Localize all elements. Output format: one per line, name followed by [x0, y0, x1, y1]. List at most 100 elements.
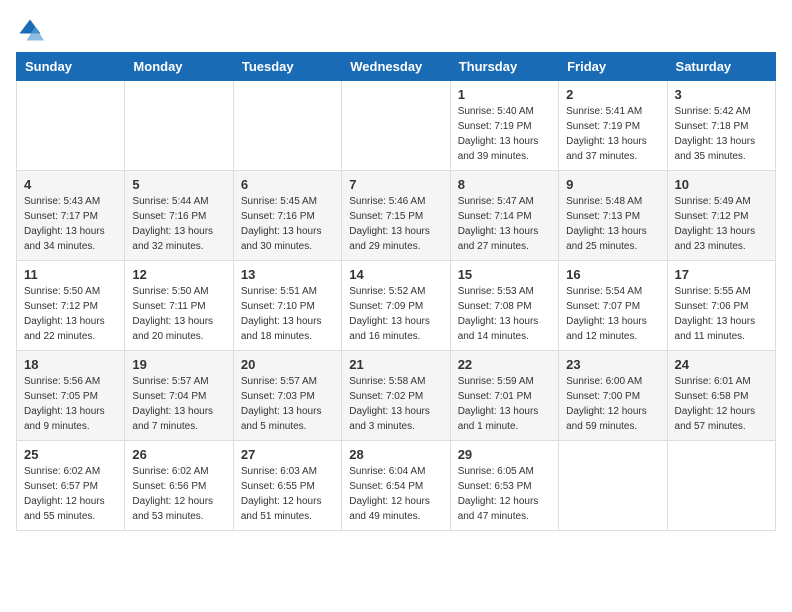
- weekday-header-friday: Friday: [559, 53, 667, 81]
- day-info: Sunrise: 6:00 AM Sunset: 7:00 PM Dayligh…: [566, 374, 659, 434]
- day-number: 5: [132, 177, 225, 192]
- day-number: 25: [24, 447, 117, 462]
- calendar-cell: 21 Sunrise: 5:58 AM Sunset: 7:02 PM Dayli…: [342, 351, 450, 441]
- logo: [16, 16, 48, 44]
- calendar-cell: [342, 81, 450, 171]
- day-number: 1: [458, 87, 551, 102]
- day-info: Sunrise: 5:57 AM Sunset: 7:03 PM Dayligh…: [241, 374, 334, 434]
- day-number: 19: [132, 357, 225, 372]
- calendar-cell: 17Sunrise: 5:55 AM Sunset: 7:06 PM Dayli…: [667, 261, 775, 351]
- calendar-cell: 16Sunrise: 5:54 AM Sunset: 7:07 PM Dayli…: [559, 261, 667, 351]
- weekday-header-wednesday: Wednesday: [342, 53, 450, 81]
- day-number: 24: [675, 357, 768, 372]
- day-info: Sunrise: 5:40 AM Sunset: 7:19 PM Dayligh…: [458, 104, 551, 164]
- weekday-header-thursday: Thursday: [450, 53, 558, 81]
- weekday-header-sunday: Sunday: [17, 53, 125, 81]
- day-number: 21: [349, 357, 442, 372]
- day-number: 4: [24, 177, 117, 192]
- day-info: Sunrise: 5:51 AM Sunset: 7:10 PM Dayligh…: [241, 284, 334, 344]
- day-number: 11: [24, 267, 117, 282]
- day-number: 7: [349, 177, 442, 192]
- calendar-cell: [233, 81, 341, 171]
- day-info: Sunrise: 5:57 AM Sunset: 7:04 PM Dayligh…: [132, 374, 225, 434]
- day-info: Sunrise: 5:56 AM Sunset: 7:05 PM Dayligh…: [24, 374, 117, 434]
- day-info: Sunrise: 5:50 AM Sunset: 7:11 PM Dayligh…: [132, 284, 225, 344]
- day-number: 28: [349, 447, 442, 462]
- calendar-cell: 4 Sunrise: 5:43 AM Sunset: 7:17 PM Daylig…: [17, 171, 125, 261]
- day-info: Sunrise: 5:43 AM Sunset: 7:17 PM Dayligh…: [24, 194, 117, 254]
- calendar-week-row: 25Sunrise: 6:02 AM Sunset: 6:57 PM Dayli…: [17, 441, 776, 531]
- day-number: 13: [241, 267, 334, 282]
- day-info: Sunrise: 5:44 AM Sunset: 7:16 PM Dayligh…: [132, 194, 225, 254]
- weekday-header-monday: Monday: [125, 53, 233, 81]
- calendar-cell: [667, 441, 775, 531]
- calendar-cell: 23 Sunrise: 6:00 AM Sunset: 7:00 PM Dayli…: [559, 351, 667, 441]
- calendar-cell: 3Sunrise: 5:42 AM Sunset: 7:18 PM Daylig…: [667, 81, 775, 171]
- day-number: 9: [566, 177, 659, 192]
- day-number: 18: [24, 357, 117, 372]
- calendar-cell: [125, 81, 233, 171]
- day-number: 8: [458, 177, 551, 192]
- calendar-cell: 19 Sunrise: 5:57 AM Sunset: 7:04 PM Dayli…: [125, 351, 233, 441]
- calendar-header-row: SundayMondayTuesdayWednesdayThursdayFrid…: [17, 53, 776, 81]
- calendar-cell: 26 Sunrise: 6:02 AM Sunset: 6:56 PM Dayli…: [125, 441, 233, 531]
- calendar-cell: 6 Sunrise: 5:45 AM Sunset: 7:16 PM Daylig…: [233, 171, 341, 261]
- calendar-week-row: 18 Sunrise: 5:56 AM Sunset: 7:05 PM Dayli…: [17, 351, 776, 441]
- calendar-cell: 15 Sunrise: 5:53 AM Sunset: 7:08 PM Dayli…: [450, 261, 558, 351]
- calendar-cell: 29 Sunrise: 6:05 AM Sunset: 6:53 PM Dayli…: [450, 441, 558, 531]
- calendar-cell: 10 Sunrise: 5:49 AM Sunset: 7:12 PM Dayli…: [667, 171, 775, 261]
- day-info: Sunrise: 5:59 AM Sunset: 7:01 PM Dayligh…: [458, 374, 551, 434]
- day-info: Sunrise: 5:46 AM Sunset: 7:15 PM Dayligh…: [349, 194, 442, 254]
- day-info: Sunrise: 5:53 AM Sunset: 7:08 PM Dayligh…: [458, 284, 551, 344]
- day-info: Sunrise: 5:49 AM Sunset: 7:12 PM Dayligh…: [675, 194, 768, 254]
- calendar-cell: 28 Sunrise: 6:04 AM Sunset: 6:54 PM Dayli…: [342, 441, 450, 531]
- calendar-cell: 2 Sunrise: 5:41 AM Sunset: 7:19 PM Daylig…: [559, 81, 667, 171]
- calendar-week-row: 4 Sunrise: 5:43 AM Sunset: 7:17 PM Daylig…: [17, 171, 776, 261]
- day-number: 22: [458, 357, 551, 372]
- day-info: Sunrise: 5:50 AM Sunset: 7:12 PM Dayligh…: [24, 284, 117, 344]
- day-info: Sunrise: 6:04 AM Sunset: 6:54 PM Dayligh…: [349, 464, 442, 524]
- calendar-cell: 5 Sunrise: 5:44 AM Sunset: 7:16 PM Daylig…: [125, 171, 233, 261]
- day-number: 27: [241, 447, 334, 462]
- calendar-cell: 18 Sunrise: 5:56 AM Sunset: 7:05 PM Dayli…: [17, 351, 125, 441]
- day-number: 14: [349, 267, 442, 282]
- day-number: 26: [132, 447, 225, 462]
- day-info: Sunrise: 6:03 AM Sunset: 6:55 PM Dayligh…: [241, 464, 334, 524]
- calendar-cell: 22 Sunrise: 5:59 AM Sunset: 7:01 PM Dayli…: [450, 351, 558, 441]
- calendar-cell: 9Sunrise: 5:48 AM Sunset: 7:13 PM Daylig…: [559, 171, 667, 261]
- calendar-week-row: 11 Sunrise: 5:50 AM Sunset: 7:12 PM Dayli…: [17, 261, 776, 351]
- day-info: Sunrise: 6:05 AM Sunset: 6:53 PM Dayligh…: [458, 464, 551, 524]
- day-info: Sunrise: 5:58 AM Sunset: 7:02 PM Dayligh…: [349, 374, 442, 434]
- calendar-cell: [17, 81, 125, 171]
- calendar-cell: 7 Sunrise: 5:46 AM Sunset: 7:15 PM Daylig…: [342, 171, 450, 261]
- calendar-table: SundayMondayTuesdayWednesdayThursdayFrid…: [16, 52, 776, 531]
- calendar-cell: 1 Sunrise: 5:40 AM Sunset: 7:19 PM Daylig…: [450, 81, 558, 171]
- day-number: 16: [566, 267, 659, 282]
- calendar-cell: 14 Sunrise: 5:52 AM Sunset: 7:09 PM Dayli…: [342, 261, 450, 351]
- calendar-cell: 24 Sunrise: 6:01 AM Sunset: 6:58 PM Dayli…: [667, 351, 775, 441]
- day-number: 6: [241, 177, 334, 192]
- weekday-header-saturday: Saturday: [667, 53, 775, 81]
- day-info: Sunrise: 5:55 AM Sunset: 7:06 PM Dayligh…: [675, 284, 768, 344]
- calendar-cell: 25Sunrise: 6:02 AM Sunset: 6:57 PM Dayli…: [17, 441, 125, 531]
- calendar-week-row: 1 Sunrise: 5:40 AM Sunset: 7:19 PM Daylig…: [17, 81, 776, 171]
- day-number: 29: [458, 447, 551, 462]
- calendar-cell: 12Sunrise: 5:50 AM Sunset: 7:11 PM Dayli…: [125, 261, 233, 351]
- calendar-cell: 8 Sunrise: 5:47 AM Sunset: 7:14 PM Daylig…: [450, 171, 558, 261]
- day-info: Sunrise: 5:41 AM Sunset: 7:19 PM Dayligh…: [566, 104, 659, 164]
- day-info: Sunrise: 6:01 AM Sunset: 6:58 PM Dayligh…: [675, 374, 768, 434]
- day-number: 20: [241, 357, 334, 372]
- day-info: Sunrise: 5:45 AM Sunset: 7:16 PM Dayligh…: [241, 194, 334, 254]
- day-number: 10: [675, 177, 768, 192]
- calendar-cell: 27 Sunrise: 6:03 AM Sunset: 6:55 PM Dayli…: [233, 441, 341, 531]
- day-number: 15: [458, 267, 551, 282]
- page-header: [16, 16, 776, 44]
- day-number: 2: [566, 87, 659, 102]
- calendar-cell: 11 Sunrise: 5:50 AM Sunset: 7:12 PM Dayli…: [17, 261, 125, 351]
- day-number: 23: [566, 357, 659, 372]
- day-number: 3: [675, 87, 768, 102]
- day-info: Sunrise: 5:52 AM Sunset: 7:09 PM Dayligh…: [349, 284, 442, 344]
- calendar-cell: [559, 441, 667, 531]
- day-info: Sunrise: 6:02 AM Sunset: 6:56 PM Dayligh…: [132, 464, 225, 524]
- day-info: Sunrise: 5:47 AM Sunset: 7:14 PM Dayligh…: [458, 194, 551, 254]
